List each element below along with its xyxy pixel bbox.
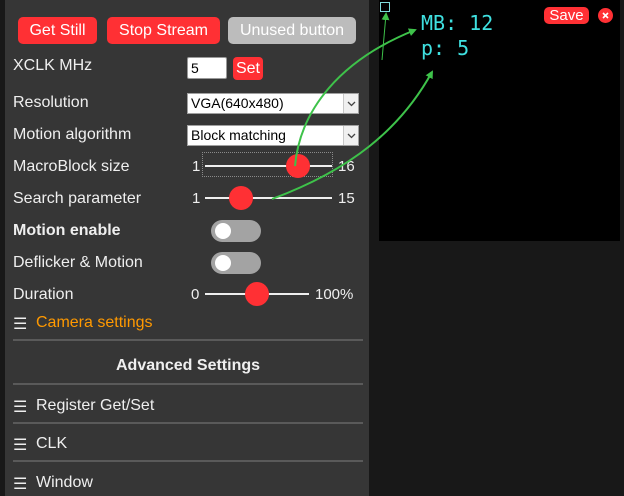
xclk-input[interactable]: 5 (187, 57, 227, 79)
unused-button[interactable]: Unused button (228, 17, 356, 44)
corner-marker-icon (380, 2, 390, 12)
divider (13, 422, 363, 424)
macroblock-track[interactable] (205, 165, 332, 167)
search-param-track[interactable] (205, 197, 332, 199)
chevron-down-icon (343, 94, 358, 113)
search-param-min: 1 (192, 190, 201, 207)
motion-algorithm-select[interactable]: Block matching (187, 125, 359, 146)
app-root: Get Still Stop Stream Unused button XCLK… (0, 0, 624, 496)
duration-label: Duration (13, 286, 74, 303)
xclk-label: XCLK MHz (13, 57, 93, 74)
register-section-link[interactable]: Register Get/Set (36, 397, 154, 415)
xclk-set-button[interactable]: Set (233, 57, 263, 80)
toggle-knob (215, 255, 231, 271)
duration-min: 0 (191, 286, 200, 303)
divider (13, 383, 363, 385)
settings-panel: Get Still Stop Stream Unused button XCLK… (5, 0, 369, 496)
menu-icon: ☰ (13, 399, 28, 416)
search-param-label: Search parameter (13, 190, 142, 207)
overlay-p-text: p: 5 (421, 36, 470, 60)
deflicker-label: Deflicker & Motion (13, 254, 143, 271)
deflicker-toggle[interactable] (211, 252, 261, 274)
overlay-mb-text: MB: 12 (421, 11, 494, 35)
motion-enable-toggle[interactable] (211, 220, 261, 242)
save-button[interactable]: Save (544, 7, 589, 24)
window-section-link[interactable]: Window (36, 474, 93, 492)
motion-enable-label: Motion enable (13, 222, 121, 239)
motion-algorithm-value: Block matching (191, 127, 286, 143)
divider (13, 460, 363, 462)
menu-icon: ☰ (13, 437, 28, 454)
menu-icon: ☰ (13, 316, 28, 333)
motion-algorithm-label: Motion algorithm (13, 126, 132, 143)
divider (13, 339, 363, 341)
duration-max: 100% (315, 286, 354, 303)
camera-settings-link[interactable]: Camera settings (36, 314, 153, 332)
macroblock-thumb[interactable] (286, 154, 311, 178)
clk-section-link[interactable]: CLK (36, 435, 67, 453)
macroblock-label: MacroBlock size (13, 158, 130, 175)
resolution-label: Resolution (13, 94, 89, 111)
macroblock-max: 16 (338, 158, 355, 175)
macroblock-min: 1 (192, 158, 201, 175)
stream-preview: MB: 12 p: 5 Save (379, 0, 620, 241)
duration-thumb[interactable] (245, 282, 269, 306)
resolution-value: VGA(640x480) (191, 95, 284, 111)
chevron-down-icon (343, 126, 358, 145)
search-param-thumb[interactable] (229, 186, 254, 210)
get-still-button[interactable]: Get Still (18, 17, 97, 44)
toggle-knob (215, 223, 231, 239)
stop-stream-button[interactable]: Stop Stream (107, 17, 220, 44)
close-icon[interactable] (598, 8, 613, 23)
search-param-max: 15 (338, 190, 355, 207)
advanced-settings-title: Advanced Settings (115, 357, 261, 374)
menu-icon: ☰ (13, 476, 28, 493)
resolution-select[interactable]: VGA(640x480) (187, 93, 359, 114)
